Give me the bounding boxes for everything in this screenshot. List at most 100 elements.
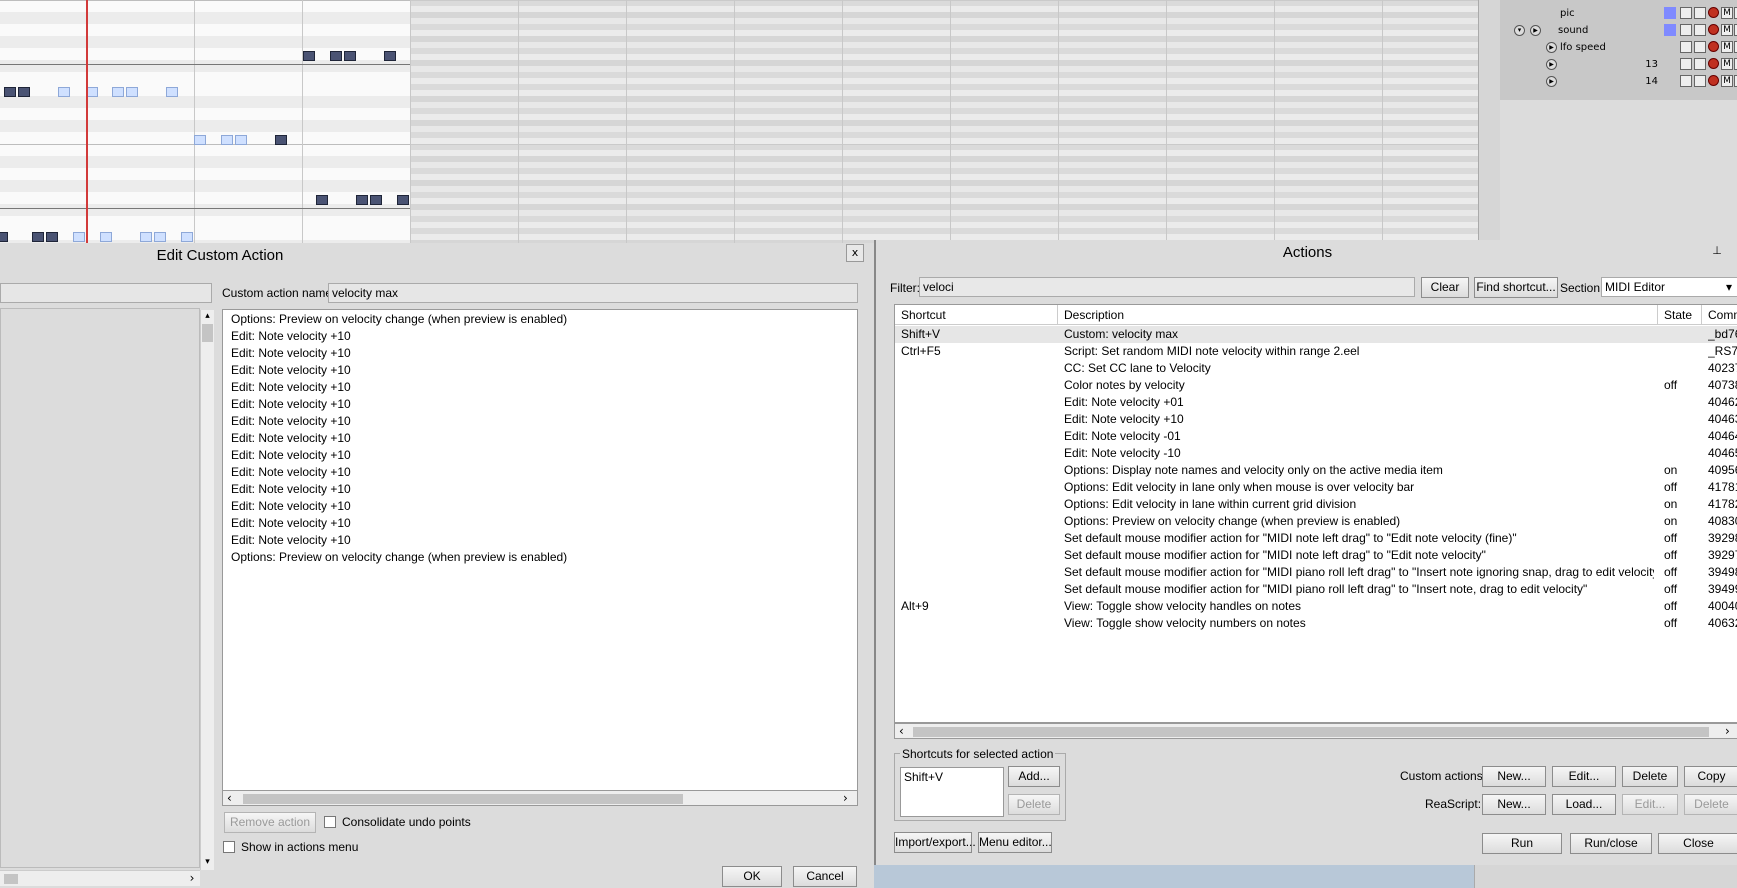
lock-icon[interactable]: [1694, 41, 1706, 53]
action-row[interactable]: Set default mouse modifier action for "M…: [895, 581, 1737, 598]
actions-table[interactable]: Shortcut Description ^ State Comm Shift+…: [894, 304, 1737, 723]
custom-action-step[interactable]: Edit: Note velocity +10: [231, 533, 351, 547]
midi-note[interactable]: [194, 135, 206, 145]
play-icon[interactable]: ▶: [1546, 42, 1557, 53]
selected-midi-note[interactable]: [18, 87, 30, 97]
record-arm-icon[interactable]: [1708, 58, 1719, 69]
mute-button[interactable]: M: [1721, 7, 1733, 19]
action-row[interactable]: Edit: Note velocity -01 40464: [895, 428, 1737, 445]
filter-input[interactable]: veloci: [919, 277, 1415, 297]
action-row[interactable]: Ctrl+F5 Script: Set random MIDI note velo…: [895, 343, 1737, 360]
action-row[interactable]: Shift+V Custom: velocity max _bd76: [895, 326, 1737, 343]
action-row[interactable]: Options: Edit velocity in lane only when…: [895, 479, 1737, 496]
custom-action-step[interactable]: Edit: Note velocity +10: [231, 499, 351, 513]
reascript-delete-button[interactable]: Delete: [1684, 794, 1737, 815]
section-select[interactable]: MIDI Editor ▾: [1601, 277, 1737, 297]
clear-filter-button[interactable]: Clear: [1421, 277, 1469, 298]
selected-midi-note[interactable]: [303, 51, 315, 61]
mute-button[interactable]: M: [1721, 58, 1733, 70]
reascript-load-button[interactable]: Load...: [1552, 794, 1616, 815]
action-row[interactable]: Set default mouse modifier action for "M…: [895, 547, 1737, 564]
action-row[interactable]: View: Toggle show velocity numbers on no…: [895, 615, 1737, 632]
selected-midi-note[interactable]: [316, 195, 328, 205]
action-list-filter-input[interactable]: [0, 283, 212, 303]
cancel-button[interactable]: Cancel: [793, 866, 857, 887]
selected-midi-note[interactable]: [32, 232, 44, 242]
track-color-swatch[interactable]: [1664, 24, 1676, 36]
actions-hscroll-thumb[interactable]: [913, 727, 1709, 737]
steps-hscrollbar[interactable]: ‹ ›: [222, 790, 858, 806]
custom-action-step[interactable]: Options: Preview on velocity change (whe…: [231, 550, 567, 564]
mute-button[interactable]: M: [1721, 24, 1733, 36]
custom-action-step[interactable]: Edit: Note velocity +10: [231, 448, 351, 462]
midi-note[interactable]: [166, 87, 178, 97]
track-row[interactable]: picMS: [1500, 5, 1737, 22]
record-arm-icon[interactable]: [1708, 24, 1719, 35]
selected-midi-note[interactable]: [275, 135, 287, 145]
available-actions-vscrollbar[interactable]: ▴ ▾: [200, 310, 214, 870]
action-row[interactable]: Edit: Note velocity +01 40462: [895, 394, 1737, 411]
action-row[interactable]: CC: Set CC lane to Velocity 40237: [895, 360, 1737, 377]
custom-action-step[interactable]: Options: Preview on velocity change (whe…: [231, 312, 567, 326]
route-icon[interactable]: [1680, 7, 1692, 19]
custom-copy-button[interactable]: Copy: [1684, 766, 1737, 787]
col-header-shortcut[interactable]: Shortcut: [895, 305, 1058, 325]
play-icon[interactable]: ▶: [1546, 59, 1557, 70]
selected-midi-note[interactable]: [397, 195, 409, 205]
run-close-button[interactable]: Run/close: [1570, 833, 1652, 854]
selected-midi-note[interactable]: [4, 87, 16, 97]
midi-note[interactable]: [221, 135, 233, 145]
record-arm-icon[interactable]: [1708, 7, 1719, 18]
route-icon[interactable]: [1680, 24, 1692, 36]
action-row[interactable]: Set default mouse modifier action for "M…: [895, 564, 1737, 581]
custom-delete-button[interactable]: Delete: [1622, 766, 1678, 787]
record-arm-icon[interactable]: [1708, 75, 1719, 86]
scroll-right-icon[interactable]: ›: [1725, 724, 1735, 738]
custom-action-step[interactable]: Edit: Note velocity +10: [231, 414, 351, 428]
col-header-command[interactable]: Comm: [1702, 305, 1737, 325]
reascript-new-button[interactable]: New...: [1482, 794, 1546, 815]
custom-action-step[interactable]: Edit: Note velocity +10: [231, 397, 351, 411]
close-button[interactable]: Close: [1658, 833, 1737, 854]
ok-button[interactable]: OK: [722, 866, 782, 887]
available-actions-hscrollbar[interactable]: ›: [0, 870, 200, 886]
scroll-right-icon[interactable]: ›: [843, 791, 853, 805]
consolidate-undo-checkbox[interactable]: [324, 816, 336, 828]
action-row[interactable]: Edit: Note velocity -10 40465: [895, 445, 1737, 462]
selected-midi-note[interactable]: [370, 195, 382, 205]
menu-editor-button[interactable]: Menu editor...: [978, 832, 1052, 853]
action-row[interactable]: Color notes by velocity off 40738: [895, 377, 1737, 394]
midi-piano-roll[interactable]: [0, 0, 1478, 243]
close-dialog-button[interactable]: x: [846, 244, 864, 262]
track-color-swatch[interactable]: [1664, 7, 1676, 19]
custom-new-button[interactable]: New...: [1482, 766, 1546, 787]
custom-action-step[interactable]: Edit: Note velocity +10: [231, 346, 351, 360]
custom-action-step[interactable]: Edit: Note velocity +10: [231, 363, 351, 377]
record-arm-icon[interactable]: [1708, 41, 1719, 52]
custom-action-steps-list[interactable]: Options: Preview on velocity change (whe…: [222, 309, 858, 806]
midi-note[interactable]: [58, 87, 70, 97]
lock-icon[interactable]: [1694, 24, 1706, 36]
custom-action-step[interactable]: Edit: Note velocity +10: [231, 482, 351, 496]
lock-icon[interactable]: [1694, 75, 1706, 87]
custom-action-step[interactable]: Edit: Note velocity +10: [231, 431, 351, 445]
track-color-swatch[interactable]: [1664, 41, 1676, 53]
action-row[interactable]: Options: Edit velocity in lane within cu…: [895, 496, 1737, 513]
route-icon[interactable]: [1680, 75, 1692, 87]
mute-button[interactable]: M: [1721, 75, 1733, 87]
custom-action-step[interactable]: Edit: Note velocity +10: [231, 465, 351, 479]
piano-roll-vscrollbar[interactable]: [1478, 0, 1500, 243]
reascript-edit-button[interactable]: Edit...: [1622, 794, 1678, 815]
mute-button[interactable]: M: [1721, 41, 1733, 53]
selected-midi-note[interactable]: [344, 51, 356, 61]
play-icon[interactable]: ▶: [1546, 76, 1557, 87]
midi-note[interactable]: [154, 232, 166, 242]
scroll-thumb[interactable]: [202, 324, 213, 342]
track-color-swatch[interactable]: [1664, 58, 1676, 70]
lock-icon[interactable]: [1694, 7, 1706, 19]
shortcut-item[interactable]: Shift+V: [904, 770, 943, 784]
selected-midi-note[interactable]: [46, 232, 58, 242]
selected-midi-note[interactable]: [0, 232, 8, 242]
action-row[interactable]: Set default mouse modifier action for "M…: [895, 530, 1737, 547]
selected-shortcuts-list[interactable]: Shift+V: [900, 767, 1004, 817]
